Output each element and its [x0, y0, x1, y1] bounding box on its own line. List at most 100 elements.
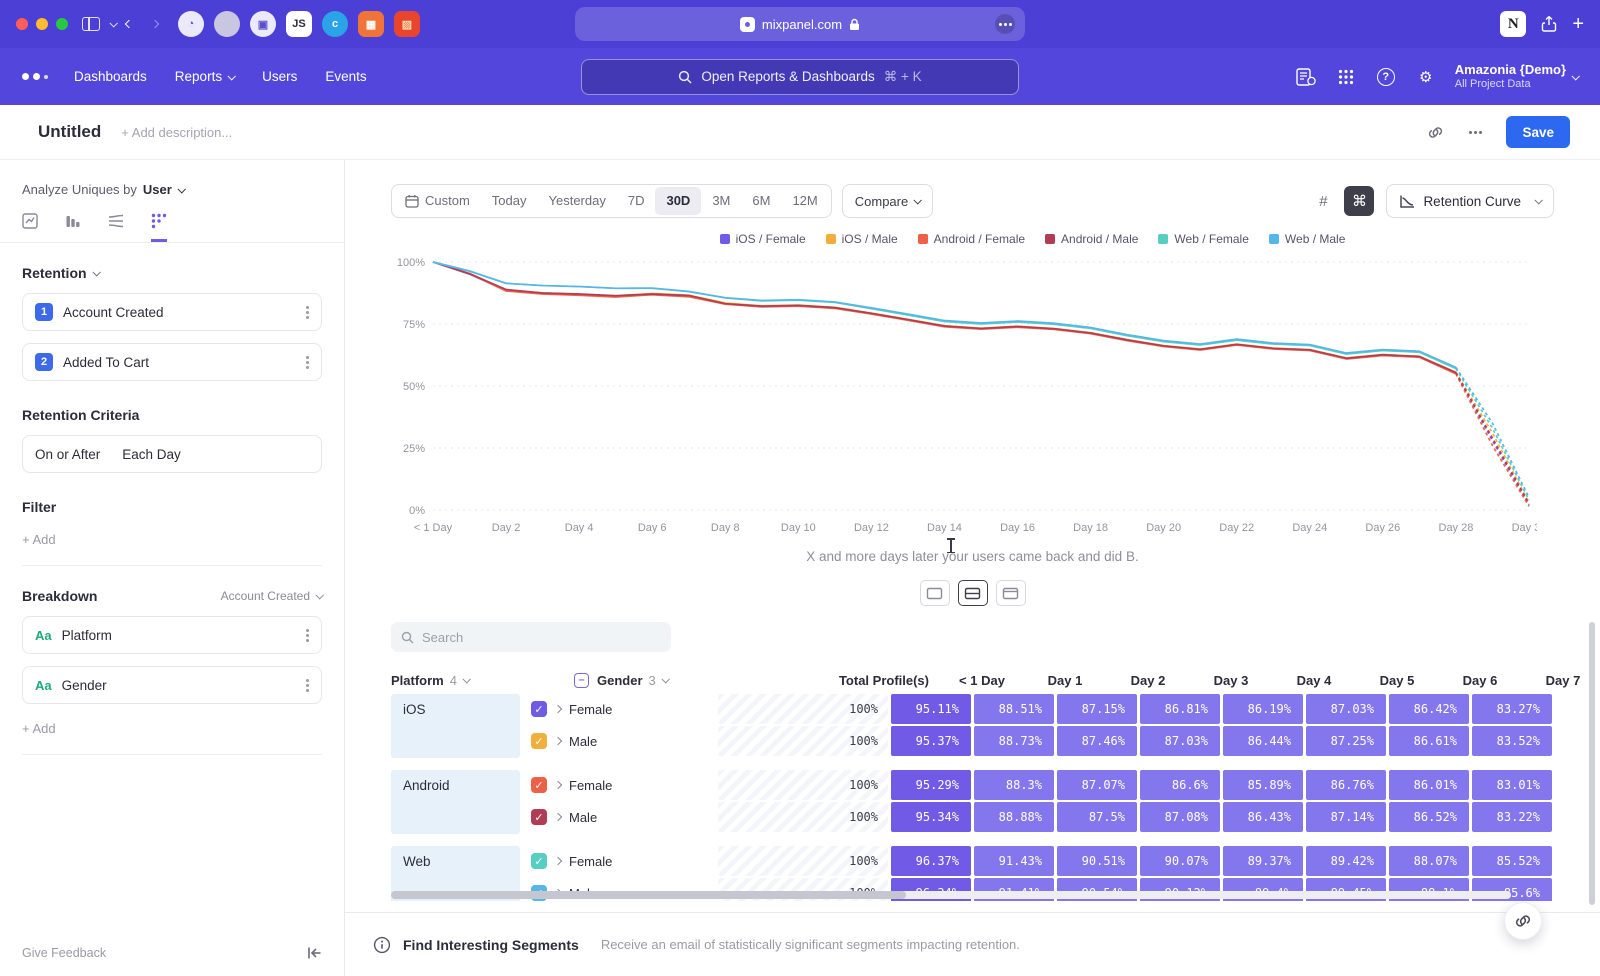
analyze-entity-dropdown[interactable]: User [143, 182, 184, 197]
compare-button[interactable]: Compare [842, 184, 933, 218]
close-window-button[interactable] [16, 18, 28, 30]
url-more-icon[interactable] [995, 14, 1015, 34]
column-header-day-1[interactable]: Day 1 [1025, 673, 1105, 688]
expand-row-icon[interactable] [554, 781, 562, 789]
column-header-total-profile-s-[interactable]: Total Profile(s) [769, 673, 939, 688]
add-filter-button[interactable]: + Add [22, 532, 56, 547]
report-activity-icon[interactable] [1295, 66, 1317, 88]
zoom-window-button[interactable] [56, 18, 68, 30]
copy-link-icon-button[interactable] [1420, 117, 1450, 147]
orange-logo-extension-icon[interactable]: ▦ [358, 11, 384, 37]
js-extension-icon[interactable]: JS [286, 11, 312, 37]
nav-item-events[interactable]: Events [325, 69, 366, 84]
report-description[interactable]: + Add description... [121, 125, 232, 140]
collapse-sidebar-button[interactable] [307, 946, 322, 960]
step-menu-icon[interactable] [306, 311, 309, 314]
column-header-day-5[interactable]: Day 5 [1357, 673, 1437, 688]
share-icon[interactable] [1540, 15, 1558, 33]
package-extension-icon[interactable]: ▣ [250, 11, 276, 37]
chart-only-view-button[interactable] [920, 580, 950, 606]
legend-item-android-male[interactable]: Android / Male [1045, 232, 1138, 246]
notion-extension-icon[interactable]: N [1500, 11, 1526, 37]
timer-extension-icon[interactable]: ◔ [178, 11, 204, 37]
expand-row-icon[interactable] [554, 857, 562, 865]
date-range-30d[interactable]: 30D [655, 187, 701, 215]
vertical-scrollbar[interactable] [1589, 622, 1595, 905]
column-header-day-4[interactable]: Day 4 [1274, 673, 1354, 688]
breakdown-menu-icon[interactable] [306, 634, 309, 637]
new-tab-icon[interactable]: + [1572, 13, 1584, 36]
shortcuts-button[interactable]: ⌘ [1344, 186, 1374, 216]
breakdown-scope-dropdown[interactable]: Account Created [221, 589, 322, 603]
row-checkbox[interactable]: ✓ [531, 853, 547, 869]
row-checkbox[interactable]: ✓ [531, 809, 547, 825]
expand-row-icon[interactable] [554, 737, 562, 745]
step-menu-icon[interactable] [306, 361, 309, 364]
retention-section-header[interactable]: Retention [22, 265, 322, 281]
save-button[interactable]: Save [1506, 116, 1570, 148]
help-icon[interactable]: ? [1375, 66, 1397, 88]
report-title[interactable]: Untitled [38, 122, 101, 142]
column-header-day-6[interactable]: Day 6 [1440, 673, 1520, 688]
gender-column-header[interactable]: – Gender3 [574, 673, 766, 688]
gear-icon[interactable]: ⚙ [1415, 66, 1437, 88]
tab-funnels[interactable] [65, 213, 81, 242]
copy-link-button[interactable] [1504, 902, 1542, 940]
horizontal-scrollbar[interactable] [391, 891, 1511, 899]
platform-column-header[interactable]: Platform4 [391, 673, 571, 688]
table-search-input[interactable]: Search [391, 622, 671, 652]
red-logo-extension-icon[interactable]: ▨ [394, 11, 420, 37]
on-or-after-dropdown[interactable]: On or After [35, 447, 100, 462]
date-range-custom[interactable]: Custom [394, 187, 481, 215]
date-range-3m[interactable]: 3M [701, 187, 741, 215]
date-range-6m[interactable]: 6M [741, 187, 781, 215]
date-range-12m[interactable]: 12M [781, 187, 828, 215]
legend-item-web-female[interactable]: Web / Female [1158, 232, 1248, 246]
browser-forward-button[interactable] [142, 11, 168, 37]
nav-item-users[interactable]: Users [262, 69, 297, 84]
split-view-button[interactable] [958, 580, 988, 606]
minimize-window-button[interactable] [36, 18, 48, 30]
date-range-yesterday[interactable]: Yesterday [538, 187, 617, 215]
row-checkbox[interactable]: ✓ [531, 733, 547, 749]
chart-type-dropdown[interactable]: Retention Curve [1386, 184, 1554, 218]
url-bar[interactable]: mixpanel.com [575, 7, 1025, 41]
each-day-dropdown[interactable]: Each Day [122, 447, 181, 462]
date-range-7d[interactable]: 7D [617, 187, 656, 215]
legend-item-ios-male[interactable]: iOS / Male [826, 232, 898, 246]
row-checkbox[interactable]: ✓ [531, 777, 547, 793]
apps-grid-icon[interactable] [1335, 66, 1357, 88]
give-feedback-link[interactable]: Give Feedback [22, 946, 106, 960]
add-breakdown-button[interactable]: + Add [22, 721, 56, 736]
column-header-day-2[interactable]: Day 2 [1108, 673, 1188, 688]
date-range-today[interactable]: Today [481, 187, 538, 215]
select-all-checkbox[interactable]: – [574, 673, 589, 688]
nav-item-dashboards[interactable]: Dashboards [74, 69, 147, 84]
tab-insights[interactable] [22, 213, 38, 242]
project-switcher[interactable]: Amazonia {Demo} All Project Data [1455, 62, 1578, 92]
legend-item-android-female[interactable]: Android / Female [918, 232, 1025, 246]
table-only-view-button[interactable] [996, 580, 1026, 606]
toggle-sidebar-icon[interactable] [82, 17, 100, 31]
breakdown-menu-icon[interactable] [306, 684, 309, 687]
tab-retention[interactable] [151, 213, 167, 242]
retention-line-chart[interactable]: 0%25%50%75%100%< 1 DayDay 2Day 4Day 6Day… [387, 250, 1600, 547]
nav-item-reports[interactable]: Reports [175, 69, 234, 84]
gray-circle-extension-icon[interactable] [214, 11, 240, 37]
tab-flows[interactable] [108, 213, 124, 242]
row-checkbox[interactable]: ✓ [531, 701, 547, 717]
retention-step-1[interactable]: 1Account Created [22, 293, 322, 331]
more-options-button[interactable] [1460, 117, 1490, 147]
global-search[interactable]: Open Reports & Dashboards ⌘ + K [581, 59, 1019, 95]
expand-row-icon[interactable] [554, 705, 562, 713]
blue-circle-extension-icon[interactable]: c [322, 11, 348, 37]
mixpanel-logo[interactable] [22, 73, 48, 80]
breakdown-item-gender[interactable]: AaGender [22, 666, 322, 704]
legend-item-ios-female[interactable]: iOS / Female [720, 232, 806, 246]
column-header--1-day[interactable]: < 1 Day [942, 673, 1022, 688]
legend-item-web-male[interactable]: Web / Male [1269, 232, 1345, 246]
annotations-button[interactable]: # [1308, 186, 1338, 216]
column-header-day-3[interactable]: Day 3 [1191, 673, 1271, 688]
browser-back-button[interactable] [116, 11, 142, 37]
breakdown-item-platform[interactable]: AaPlatform [22, 616, 322, 654]
